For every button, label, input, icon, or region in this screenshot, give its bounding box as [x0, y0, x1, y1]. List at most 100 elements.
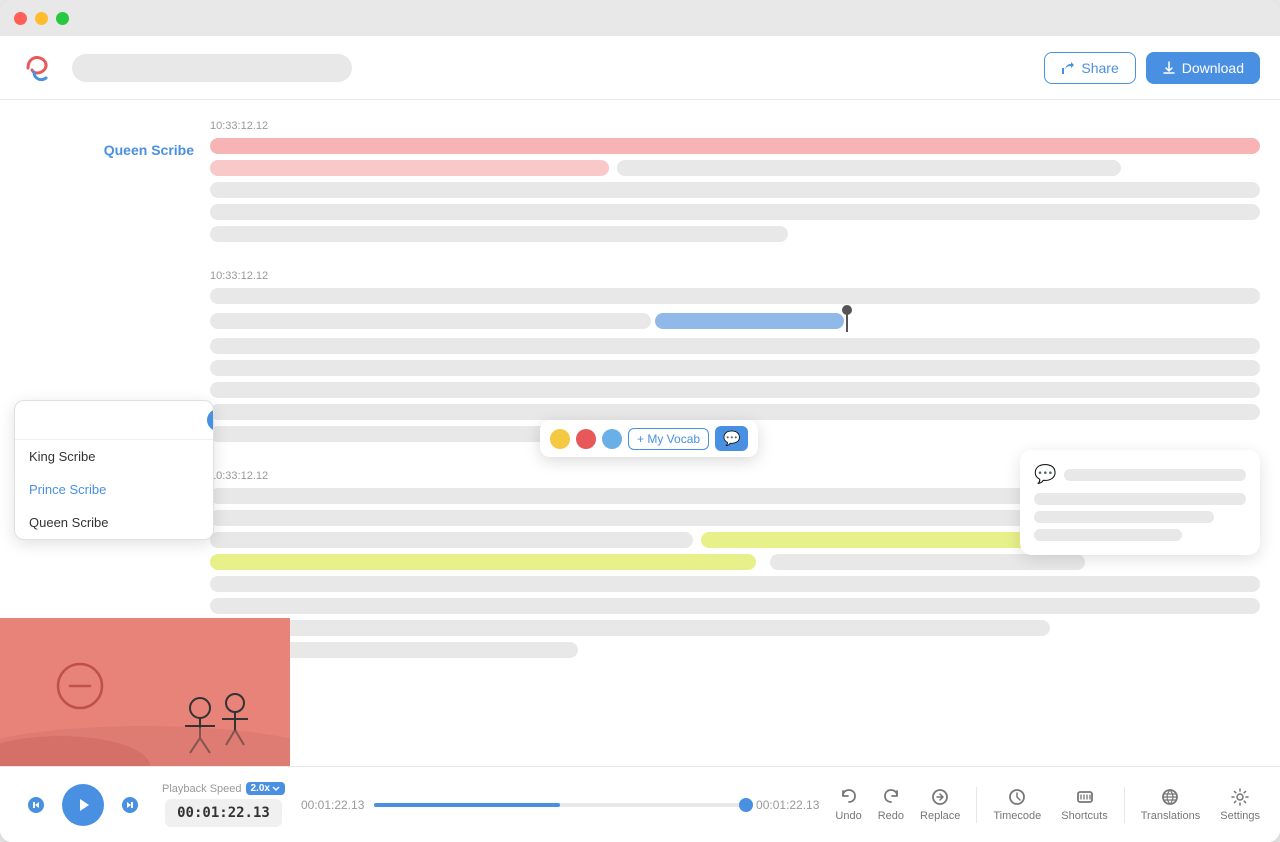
redo-button[interactable]: Redo — [878, 787, 904, 822]
color-yellow-btn[interactable] — [550, 429, 570, 449]
minimize-button[interactable] — [35, 12, 48, 25]
video-preview[interactable] — [0, 618, 290, 766]
text-line[interactable] — [210, 226, 788, 242]
translations-button[interactable]: Translations — [1141, 787, 1201, 822]
progress-thumb[interactable] — [739, 798, 753, 812]
rewind-icon — [26, 795, 46, 815]
speaker-search-input[interactable] — [25, 413, 201, 428]
timestamp-2: 10:33:12.12 — [210, 270, 1260, 282]
progress-bar[interactable] — [374, 803, 746, 807]
nav-title-bar — [72, 54, 352, 82]
text-line[interactable] — [210, 620, 1050, 636]
speaker-dropdown: + King Scribe Prince Scribe Queen Scribe — [14, 400, 214, 540]
speed-badge[interactable]: 2.0x — [246, 782, 285, 795]
text-line-yellow-2[interactable] — [210, 554, 756, 570]
right-actions-group-2: Translations Settings — [1141, 787, 1260, 822]
text-lines-1 — [210, 138, 1260, 242]
timestamp-1: 10:33:12.12 — [210, 120, 1260, 132]
translations-label: Translations — [1141, 810, 1201, 822]
text-line[interactable] — [770, 554, 1085, 570]
app-window: Share Download Queen Scribe 10:33:12.12 — [0, 0, 1280, 842]
selected-line[interactable] — [210, 313, 1260, 329]
speaker-queen[interactable]: Queen Scribe — [20, 120, 210, 158]
timecode-button[interactable]: Timecode — [993, 787, 1041, 822]
chevron-down-icon — [272, 785, 280, 793]
text-line[interactable] — [210, 576, 1260, 592]
play-icon — [74, 796, 92, 814]
text-line-selected — [655, 313, 844, 329]
share-icon — [1061, 61, 1075, 75]
top-nav: Share Download — [0, 36, 1280, 100]
forward-icon — [120, 795, 140, 815]
time-right-label: 00:01:22.13 — [756, 798, 819, 812]
comment-bubble-icon: 💬 — [1034, 464, 1056, 485]
text-lines-2 — [210, 288, 1260, 442]
text-line[interactable] — [210, 532, 693, 548]
nav-actions: Share Download — [1044, 52, 1260, 84]
text-line[interactable] — [210, 598, 1260, 614]
speaker-empty-2 — [20, 270, 210, 292]
text-line[interactable] — [210, 338, 1260, 354]
video-artwork — [0, 618, 290, 766]
bottom-bar: Playback Speed 2.0x 00:01:22.13 00:01:22… — [0, 766, 1280, 842]
text-line[interactable] — [210, 288, 1260, 304]
text-line[interactable] — [210, 204, 1260, 220]
share-button[interactable]: Share — [1044, 52, 1135, 84]
playback-controls — [20, 784, 146, 826]
text-line[interactable] — [210, 382, 1260, 398]
comment-text-line — [1034, 511, 1214, 523]
text-line[interactable] — [210, 160, 609, 176]
dropdown-item-prince[interactable]: Prince Scribe — [15, 473, 213, 506]
comment-bubble: 💬 — [1020, 450, 1260, 555]
vocab-label: + My Vocab — [637, 432, 700, 446]
progress-fill — [374, 803, 560, 807]
replace-button[interactable]: Replace — [920, 787, 960, 822]
forward-button[interactable] — [114, 789, 146, 821]
speed-value: 2.0x — [251, 783, 270, 794]
timecode-label: Timecode — [993, 810, 1041, 822]
toolbar-divider-2 — [1124, 787, 1125, 823]
close-button[interactable] — [14, 12, 27, 25]
settings-icon — [1230, 787, 1250, 807]
translations-icon — [1160, 787, 1180, 807]
text-line[interactable] — [210, 426, 578, 442]
rewind-button[interactable] — [20, 789, 52, 821]
shortcuts-button[interactable]: Shortcuts — [1061, 787, 1107, 822]
comment-line-1 — [1064, 469, 1246, 481]
cursor-dot — [842, 305, 852, 315]
play-button[interactable] — [62, 784, 104, 826]
timecode-icon — [1007, 787, 1027, 807]
text-line[interactable] — [210, 182, 1260, 198]
color-red-btn[interactable] — [576, 429, 596, 449]
logo — [20, 50, 56, 86]
undo-label: Undo — [835, 810, 861, 822]
add-vocab-button[interactable]: + My Vocab — [628, 428, 709, 450]
block-content-1: 10:33:12.12 — [210, 120, 1260, 242]
dropdown-item-king[interactable]: King Scribe — [15, 440, 213, 473]
time-left-label: 00:01:22.13 — [301, 798, 364, 812]
playback-speed-area: Playback Speed 2.0x 00:01:22.13 — [162, 782, 285, 827]
download-button[interactable]: Download — [1146, 52, 1260, 84]
current-time-display: 00:01:22.13 — [165, 799, 282, 827]
comment-text-line — [1034, 493, 1246, 505]
text-line[interactable] — [617, 160, 1121, 176]
toolbar-divider-1 — [976, 787, 977, 823]
text-line[interactable] — [210, 138, 1260, 154]
undo-button[interactable]: Undo — [835, 787, 861, 822]
comment-button[interactable]: 💬 — [715, 426, 748, 451]
floating-toolbar: + My Vocab 💬 — [540, 420, 758, 457]
download-label: Download — [1182, 60, 1244, 76]
replace-label: Replace — [920, 810, 960, 822]
share-label: Share — [1081, 60, 1118, 76]
shortcuts-label: Shortcuts — [1061, 810, 1107, 822]
maximize-button[interactable] — [56, 12, 69, 25]
replace-icon — [930, 787, 950, 807]
color-blue-btn[interactable] — [602, 429, 622, 449]
dropdown-item-queen[interactable]: Queen Scribe — [15, 506, 213, 539]
dropdown-add-button[interactable]: + — [207, 409, 214, 431]
playback-speed-text: Playback Speed — [162, 783, 242, 795]
text-line[interactable] — [210, 404, 1260, 420]
settings-button[interactable]: Settings — [1220, 787, 1260, 822]
text-line[interactable] — [210, 360, 1260, 376]
text-row — [210, 160, 1260, 176]
